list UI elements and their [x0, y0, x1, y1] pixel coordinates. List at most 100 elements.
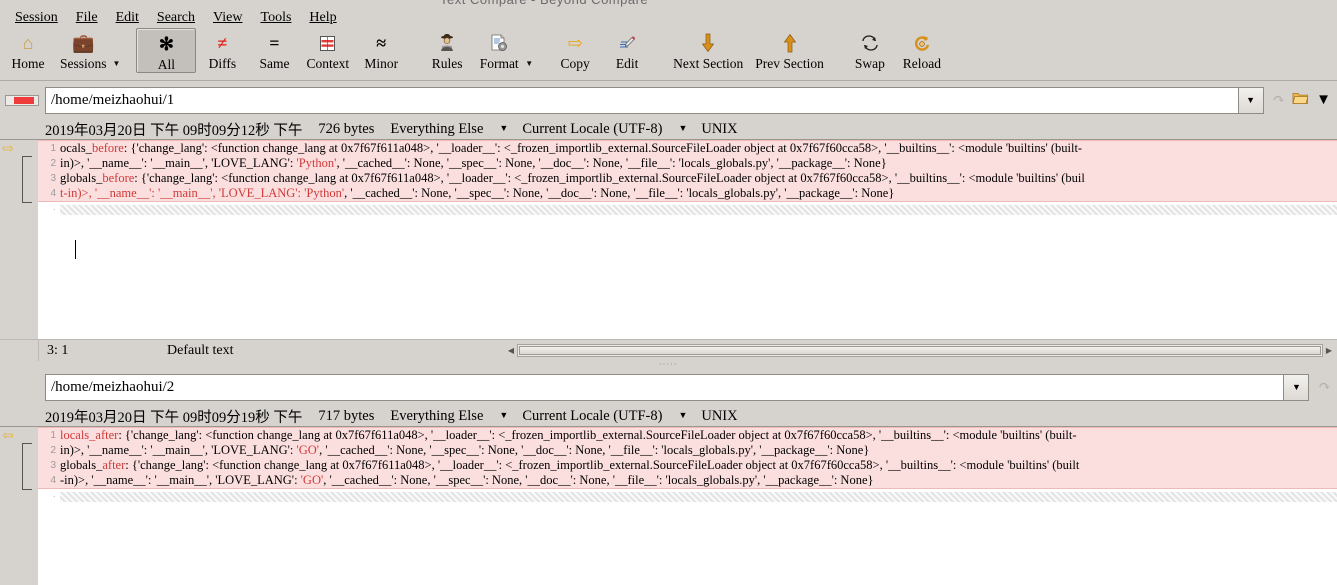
right-pane: /home/meizhaohui/2 ▼ ↷ 2019年03月20日 下午 09…	[0, 368, 1337, 585]
rules-icon-svg	[441, 34, 454, 51]
refresh-icon[interactable]: ↷	[1318, 379, 1331, 395]
line-number: 3	[50, 173, 56, 184]
sessions-dropdown-caret-icon[interactable]: ▼	[113, 60, 121, 68]
left-hscroll-track[interactable]	[517, 344, 1323, 357]
line-number: 1	[50, 143, 56, 154]
left-pane-state-indicator	[5, 94, 39, 106]
left-no-content-hatching	[60, 204, 1337, 215]
folder-icon[interactable]	[1292, 91, 1309, 109]
home-icon: ⌂	[22, 33, 34, 53]
left-pane: /home/meizhaohui/1 ▼ ↷ ▼ 2019年03月20日 下午 …	[0, 81, 1337, 369]
left-horizontal-scrollbar[interactable]: ◀ ▶	[505, 343, 1335, 359]
folder-dropdown-caret-icon[interactable]: ▼	[1316, 92, 1331, 108]
left-copy-direction-marker-icon[interactable]: ⇨	[2, 143, 18, 157]
left-path-input[interactable]: /home/meizhaohui/1	[45, 86, 1239, 114]
line-number: 4	[50, 475, 56, 486]
line-number-placeholder: ·	[52, 491, 56, 502]
line-number: 2	[50, 158, 56, 169]
scroll-left-arrow-icon[interactable]: ◀	[505, 344, 517, 357]
left-text-view[interactable]: ⇨ 1 ocals_before: {'change_lang': <funct…	[0, 139, 1337, 339]
toolbar-context-button[interactable]: Context	[300, 27, 355, 71]
left-encoding-value[interactable]: Current Locale (UTF-8)	[522, 121, 662, 138]
approx-equal-icon: ≈	[376, 33, 387, 53]
refresh-icon[interactable]: ↷	[1273, 92, 1286, 108]
toolbar-diffs-button[interactable]: ≠ Diffs	[196, 27, 248, 71]
toolbar-home-button[interactable]: ⌂ Home	[2, 27, 54, 71]
left-path-row: /home/meizhaohui/1 ▼ ↷ ▼	[0, 81, 1337, 119]
toolbar-prev-section-button[interactable]: Prev Section	[749, 27, 830, 71]
toolbar-copy-label: Copy	[560, 56, 590, 71]
line-text: locals_after: {'change_lang': <function …	[60, 428, 1077, 442]
toolbar: ⌂ Home 💼 Sessions ▼ ✻ All ≠ Diffs = Same	[0, 27, 1337, 81]
code-line: 2 in)>, '__name__': '__main__', 'LOVE_LA…	[38, 156, 1337, 171]
menu-edit[interactable]: Edit	[107, 8, 148, 27]
toolbar-diffs-label: Diffs	[208, 56, 237, 71]
toolbar-all-button[interactable]: ✻ All	[136, 28, 197, 73]
toolbar-minor-label: Minor	[364, 56, 399, 71]
menu-search[interactable]: Search	[148, 8, 204, 27]
toolbar-reload-button[interactable]: Reload	[896, 27, 948, 71]
toolbar-home-label: Home	[11, 56, 45, 71]
right-path-row: /home/meizhaohui/2 ▼ ↷	[0, 368, 1337, 406]
toolbar-format-button[interactable]: Format	[473, 27, 525, 71]
right-rules-value[interactable]: Everything Else	[390, 408, 483, 425]
left-info-row: 2019年03月20日 下午 09时09分12秒 下午 726 bytes Ev…	[0, 119, 1337, 139]
right-encoding-caret-icon[interactable]: ▼	[678, 410, 687, 420]
right-path-input[interactable]: /home/meizhaohui/2	[45, 373, 1285, 401]
code-line: 4 -in)>, '__name__': '__main__', 'LOVE_L…	[38, 473, 1337, 488]
left-path-dropdown-button[interactable]: ▼	[1238, 86, 1264, 114]
right-rules-caret-icon[interactable]: ▼	[499, 410, 508, 420]
folder-icon-svg	[1292, 93, 1309, 104]
equals-icon: =	[269, 33, 280, 53]
format-dropdown-caret-icon[interactable]: ▼	[525, 60, 533, 68]
menu-help[interactable]: Help	[300, 8, 345, 27]
right-path-tools: ↷	[1309, 379, 1337, 395]
pane-splitter-grip[interactable]: ∙∙∙∙∙	[0, 360, 1337, 369]
line-number-placeholder: ·	[52, 204, 56, 215]
scroll-right-arrow-icon[interactable]: ▶	[1323, 344, 1335, 357]
toolbar-copy-button[interactable]: ⇨ Copy	[549, 27, 601, 71]
toolbar-next-section-button[interactable]: Next Section	[667, 27, 749, 71]
line-number: 4	[50, 188, 56, 199]
left-cursor-position: 3: 1	[47, 342, 69, 358]
format-icon-svg	[491, 34, 508, 51]
toolbar-swap-button[interactable]: Swap	[844, 27, 896, 71]
menu-view-label: View	[213, 10, 243, 25]
toolbar-rules-label: Rules	[431, 56, 463, 71]
left-status-bar: 3: 1 Default text ◀ ▶	[0, 339, 1337, 361]
code-line: 2 in)>, '__name__': '__main__', 'LOVE_LA…	[38, 443, 1337, 458]
right-file-size: 717 bytes	[318, 407, 375, 424]
line-text: globals_after: {'change_lang': <function…	[60, 458, 1080, 472]
right-line-ending-value: UNIX	[701, 407, 738, 424]
right-copy-direction-marker-icon[interactable]: ⇦	[2, 430, 18, 444]
toolbar-edit-button[interactable]: Edit	[601, 27, 653, 71]
left-encoding-caret-icon[interactable]: ▼	[678, 123, 687, 133]
menu-session[interactable]: Session	[6, 8, 67, 27]
right-path-dropdown-button[interactable]: ▼	[1284, 373, 1310, 401]
toolbar-sessions-button[interactable]: 💼 Sessions	[54, 27, 113, 71]
line-text: t-in)>, '__name__': '__main__', 'LOVE_LA…	[60, 186, 895, 200]
menu-view[interactable]: View	[204, 8, 251, 27]
menu-tools[interactable]: Tools	[252, 8, 301, 27]
toolbar-swap-label: Swap	[854, 56, 885, 71]
right-encoding-value[interactable]: Current Locale (UTF-8)	[522, 408, 662, 425]
left-hscroll-thumb[interactable]	[519, 346, 1321, 355]
right-gutter	[0, 427, 38, 585]
menu-tools-label: Tools	[260, 10, 292, 25]
left-file-size: 726 bytes	[318, 120, 375, 137]
format-icon	[490, 30, 508, 56]
line-number: 2	[50, 445, 56, 456]
window-title: Text Compare - Beyond Compare	[440, 0, 648, 7]
toolbar-rules-button[interactable]: Rules	[421, 27, 473, 71]
left-rules-caret-icon[interactable]: ▼	[499, 123, 508, 133]
toolbar-prev-section-label: Prev Section	[755, 56, 824, 71]
menu-file-label: File	[75, 10, 98, 25]
toolbar-edit-label: Edit	[615, 56, 639, 71]
right-text-view[interactable]: ⇦ 1 locals_after: {'change_lang': <funct…	[0, 426, 1337, 585]
toolbar-same-button[interactable]: = Same	[248, 27, 300, 71]
menu-file[interactable]: File	[67, 8, 107, 27]
context-icon-svg	[320, 35, 336, 51]
left-rules-value[interactable]: Everything Else	[390, 121, 483, 138]
asterisk-icon: ✻	[158, 34, 174, 54]
toolbar-minor-button[interactable]: ≈ Minor	[355, 27, 407, 71]
